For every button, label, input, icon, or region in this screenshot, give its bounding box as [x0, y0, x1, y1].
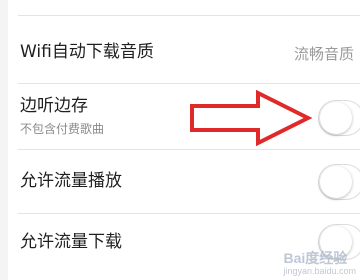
settings-row-cellular-playback: 允许流量播放: [8, 150, 360, 214]
settings-row-title: 允许流量下载: [20, 232, 122, 252]
baidu-jingyan-watermark: Bai度经验 jingyan.baidu.com: [283, 248, 356, 276]
settings-row-wifi-download-quality[interactable]: Wifi自动下载音质 流畅音质: [8, 16, 360, 84]
settings-row-title: Wifi自动下载音质: [20, 42, 154, 62]
toggle-knob: [320, 102, 352, 134]
settings-row-title: 边听边存: [20, 96, 88, 116]
watermark-url: jingyan.baidu.com: [283, 266, 356, 276]
toggle-knob: [320, 166, 352, 198]
cellular-playback-toggle[interactable]: [318, 164, 360, 200]
settings-row-title: 允许流量播放: [20, 171, 122, 191]
watermark-brand: Bai度经验: [283, 250, 348, 266]
settings-row-subtitle: 不包含付费歌曲: [20, 122, 105, 136]
settings-row-value: 流畅音质: [293, 45, 354, 63]
listen-cache-toggle[interactable]: [318, 100, 360, 136]
red-arrow-annotation: [190, 90, 312, 146]
settings-row-top-partial[interactable]: [8, 0, 360, 16]
